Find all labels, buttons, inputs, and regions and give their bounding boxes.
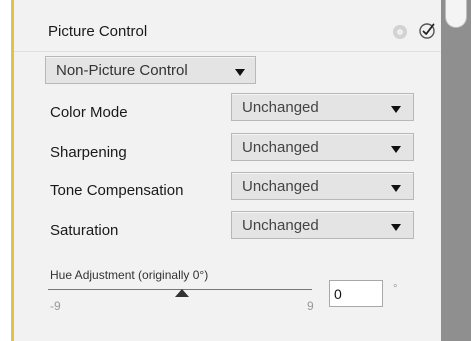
saturation-label: Saturation — [50, 222, 119, 239]
color-mode-select[interactable]: Unchanged — [231, 93, 414, 121]
section-title: Picture Control — [48, 23, 148, 40]
section-header[interactable]: Picture Control — [14, 10, 441, 52]
chevron-down-icon — [391, 185, 401, 192]
sharpening-value: Unchanged — [242, 139, 319, 156]
chevron-down-icon — [391, 106, 401, 113]
chevron-down-icon — [391, 146, 401, 153]
tone-compensation-label: Tone Compensation — [50, 182, 184, 199]
picture-control-select[interactable]: Non-Picture Control — [45, 56, 256, 84]
hue-value-field[interactable] — [329, 280, 383, 307]
reset-icon[interactable] — [393, 25, 407, 39]
saturation-value: Unchanged — [242, 217, 319, 234]
scrollbar[interactable] — [441, 0, 471, 341]
hue-slider-thumb[interactable] — [175, 289, 189, 297]
saturation-select[interactable]: Unchanged — [231, 211, 414, 239]
hue-unit-label: ° — [393, 283, 398, 295]
hue-slider-max-label: 9 — [307, 299, 314, 313]
sharpening-label: Sharpening — [50, 144, 127, 161]
tone-compensation-value: Unchanged — [242, 178, 319, 195]
hue-slider-min-label: -9 — [50, 299, 61, 313]
color-mode-label: Color Mode — [50, 104, 128, 121]
hue-adjustment-label: Hue Adjustment (originally 0°) — [50, 268, 209, 282]
chevron-down-icon — [391, 224, 401, 231]
color-mode-value: Unchanged — [242, 99, 319, 116]
tone-compensation-select[interactable]: Unchanged — [231, 172, 414, 200]
checkmark-icon[interactable] — [418, 22, 436, 40]
picture-control-select-value: Non-Picture Control — [56, 62, 188, 79]
scrollbar-thumb[interactable] — [445, 0, 467, 28]
chevron-down-icon — [235, 69, 245, 76]
sharpening-select[interactable]: Unchanged — [231, 133, 414, 161]
